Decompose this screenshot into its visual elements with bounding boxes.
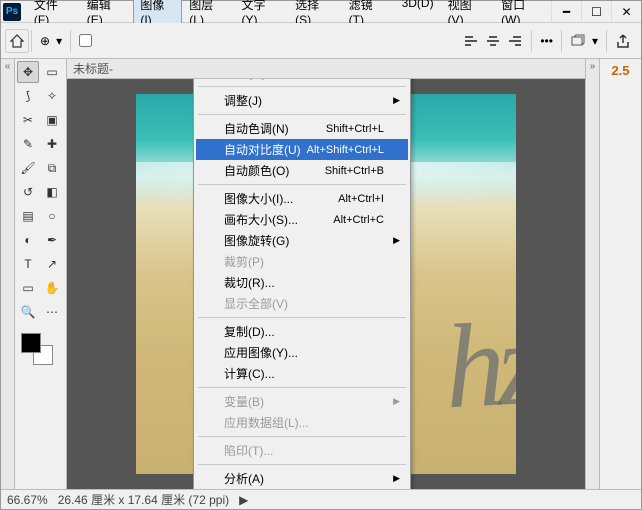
- document-tab[interactable]: 未标题-: [73, 60, 113, 77]
- share-icon[interactable]: [615, 33, 631, 49]
- status-bar: 66.67% 26.46 厘米 x 17.64 厘米 (72 ppi) ▶: [1, 489, 641, 509]
- move-tool[interactable]: ✥: [17, 61, 39, 83]
- app-logo: Ps: [3, 3, 21, 21]
- menuitem-自动对比度U[interactable]: 自动对比度(U)Alt+Shift+Ctrl+L: [196, 139, 408, 160]
- menuitem-复制D[interactable]: 复制(D)...: [196, 321, 408, 342]
- menuitem-裁切R[interactable]: 裁切(R)...: [196, 272, 408, 293]
- submenu-arrow-icon: ▶: [393, 396, 400, 407]
- menuitem-图像旋转G[interactable]: 图像旋转(G)▶: [196, 230, 408, 251]
- history-tool[interactable]: ↺: [17, 181, 39, 203]
- canvas-area: 未标题- hz 模式(M)▶调整(J)▶自动色调(N)Shift+Ctrl+L自…: [67, 59, 585, 489]
- gradient-tool[interactable]: ▤: [17, 205, 39, 227]
- minimize-button[interactable]: ━: [551, 1, 581, 23]
- document-tab-bar: 未标题-: [67, 59, 585, 79]
- home-icon[interactable]: [5, 29, 29, 53]
- pen-tool[interactable]: ✒: [41, 229, 63, 251]
- foreground-swatch[interactable]: [21, 333, 41, 353]
- close-button[interactable]: ✕: [611, 1, 641, 23]
- document-info: 26.46 厘米 x 17.64 厘米 (72 ppi): [58, 491, 229, 508]
- canvas-handwriting: hz: [442, 294, 516, 437]
- window-controls: ━ ☐ ✕: [551, 1, 641, 23]
- maximize-button[interactable]: ☐: [581, 1, 611, 23]
- wand-tool[interactable]: ✧: [41, 85, 63, 107]
- right-collapse-rail[interactable]: »: [585, 59, 599, 489]
- menuitem-模式M[interactable]: 模式(M)▶: [196, 79, 408, 83]
- menuitem-自动色调N[interactable]: 自动色调(N)Shift+Ctrl+L: [196, 118, 408, 139]
- align-tools[interactable]: [457, 33, 529, 49]
- eraser-tool[interactable]: ◧: [41, 181, 63, 203]
- align-right-icon[interactable]: [507, 33, 523, 49]
- submenu-arrow-icon: ▶: [393, 235, 400, 246]
- dropdown-caret-icon[interactable]: ▾: [592, 34, 598, 48]
- menuitem-陷印T: 陷印(T)...: [196, 440, 408, 461]
- menuitem-应用图像Y[interactable]: 应用图像(Y)...: [196, 342, 408, 363]
- menuitem-显示全部V: 显示全部(V): [196, 293, 408, 314]
- submenu-arrow-icon: ▶: [393, 473, 400, 484]
- info-caret-icon[interactable]: ▶: [239, 493, 248, 507]
- marquee-tool[interactable]: ▭: [41, 61, 63, 83]
- menuitem-自动颜色O[interactable]: 自动颜色(O)Shift+Ctrl+B: [196, 160, 408, 181]
- rect-tool[interactable]: ▭: [17, 277, 39, 299]
- viewport[interactable]: hz 模式(M)▶ 调整(J)▶ 自动色调(N)Shift+Ctrl+L自动对比度(…: [67, 79, 585, 489]
- lasso-tool[interactable]: ⟆: [17, 85, 39, 107]
- blur-tool[interactable]: ○: [41, 205, 63, 227]
- path-tool[interactable]: ↗: [41, 253, 63, 275]
- align-left-icon[interactable]: [463, 33, 479, 49]
- menuitem-图像大小I[interactable]: 图像大小(I)...Alt+Ctrl+I: [196, 188, 408, 209]
- toolbox: ✥▭⟆✧✂▣✎✚🖌⧉↺◧▤○◐✒T↗▭✋🔍⋯: [15, 59, 67, 489]
- right-panel: 2.5: [599, 59, 641, 489]
- menuitem-画布大小S[interactable]: 画布大小(S)...Alt+Ctrl+C: [196, 209, 408, 230]
- submenu-arrow-icon: ▶: [393, 95, 400, 106]
- eyedropper-tool[interactable]: ✎: [17, 133, 39, 155]
- options-bar: ⊕ ▾ ••• ▾: [1, 23, 641, 59]
- 3d-mode-icon[interactable]: [570, 33, 586, 49]
- menubar: Ps 文件(F)编辑(E)图像(I)图层(L)文字(Y)选择(S)滤镜(T)3D…: [1, 1, 641, 23]
- color-swatches[interactable]: [17, 331, 63, 369]
- auto-select-checkbox[interactable]: [79, 34, 92, 47]
- crop-tool[interactable]: ✂: [17, 109, 39, 131]
- more-options-icon[interactable]: •••: [540, 34, 553, 48]
- stamp-tool[interactable]: ⧉: [41, 157, 63, 179]
- menuitem-分析A[interactable]: 分析(A)▶: [196, 468, 408, 489]
- zoom-level[interactable]: 66.67%: [7, 493, 48, 507]
- hand-tool[interactable]: ✋: [41, 277, 63, 299]
- brush-tool[interactable]: 🖌: [17, 157, 39, 179]
- frame-tool[interactable]: ▣: [41, 109, 63, 131]
- move-tool-icon[interactable]: ⊕: [40, 34, 50, 48]
- ellipsis-tool[interactable]: ⋯: [41, 301, 63, 323]
- left-collapse-rail[interactable]: «: [1, 59, 15, 489]
- type-tool[interactable]: T: [17, 253, 39, 275]
- brush-size-value[interactable]: 2.5: [611, 63, 629, 78]
- dodge-tool[interactable]: ◐: [17, 229, 39, 251]
- align-center-icon[interactable]: [485, 33, 501, 49]
- dropdown-caret-icon[interactable]: ▾: [56, 34, 62, 48]
- menuitem-计算C[interactable]: 计算(C)...: [196, 363, 408, 384]
- menuitem-应用数据组L: 应用数据组(L)...: [196, 412, 408, 433]
- menuitem-变量B: 变量(B)▶: [196, 391, 408, 412]
- menuitem-调整J[interactable]: 调整(J)▶: [196, 90, 408, 111]
- menuitem-裁剪P: 裁剪(P): [196, 251, 408, 272]
- image-menu-dropdown: 模式(M)▶ 调整(J)▶ 自动色调(N)Shift+Ctrl+L自动对比度(U)A…: [193, 79, 411, 489]
- zoom-tool[interactable]: 🔍: [17, 301, 39, 323]
- heal-tool[interactable]: ✚: [41, 133, 63, 155]
